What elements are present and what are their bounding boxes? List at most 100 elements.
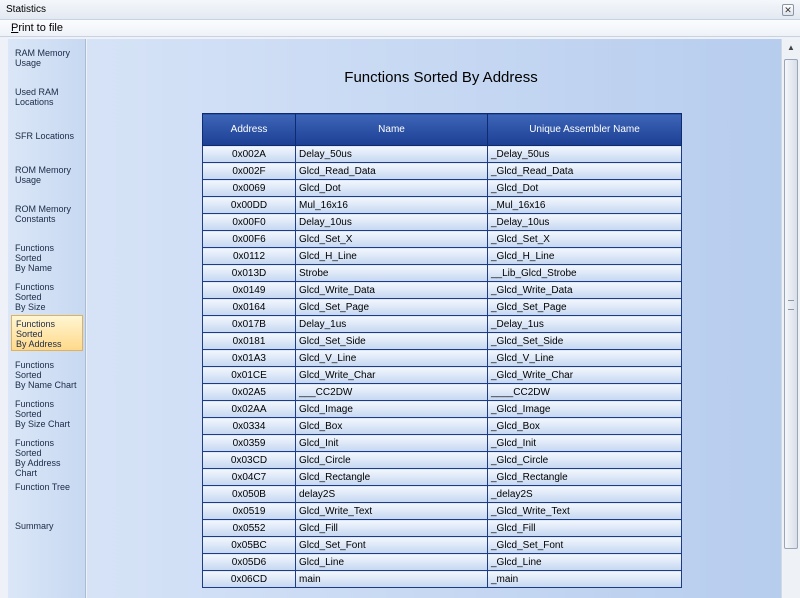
sidebar-item-label: Functions Sorted — [15, 360, 55, 380]
column-header-asm-name[interactable]: Unique Assembler Name — [487, 113, 682, 146]
table-row[interactable]: 0x002F Glcd_Read_Data _Glcd_Read_Data — [202, 162, 682, 180]
sidebar: RAM Memory Usage Used RAM Locations SFR Loca… — [8, 39, 86, 598]
table-row[interactable]: 0x017B Delay_1us _Delay_1us — [202, 315, 682, 333]
cell-asm-name: _Delay_10us — [487, 213, 682, 231]
cell-name: Glcd_Read_Data — [295, 162, 488, 180]
cell-asm-name: _Delay_1us — [487, 315, 682, 333]
table-row[interactable]: 0x01A3 Glcd_V_Line _Glcd_V_Line — [202, 349, 682, 367]
close-icon[interactable]: ✕ — [782, 4, 794, 16]
cell-name: Glcd_H_Line — [295, 247, 488, 265]
sidebar-item-11[interactable]: Function Tree — [11, 474, 83, 510]
cell-asm-name: _Glcd_Circle — [487, 451, 682, 469]
cell-address: 0x0334 — [202, 417, 296, 435]
table-row[interactable]: 0x04C7 Glcd_Rectangle _Glcd_Rectangle — [202, 468, 682, 486]
cell-name: Glcd_Dot — [295, 179, 488, 197]
cell-address: 0x06CD — [202, 570, 296, 588]
sidebar-item-0[interactable]: RAM Memory Usage — [11, 45, 83, 81]
sidebar-item-7[interactable]: Functions Sorted By Address — [11, 315, 83, 351]
sidebar-item-9[interactable]: Functions Sorted By Size Chart — [11, 396, 83, 432]
page-title: Functions Sorted By Address — [344, 69, 538, 86]
cell-name: Glcd_Write_Data — [295, 281, 488, 299]
sidebar-item-12[interactable]: Summary — [11, 513, 83, 549]
cell-asm-name: _Glcd_Write_Data — [487, 281, 682, 299]
table-row[interactable]: 0x00F6 Glcd_Set_X _Glcd_Set_X — [202, 230, 682, 248]
cell-name: Glcd_Init — [295, 434, 488, 452]
cell-asm-name: _Glcd_Line — [487, 553, 682, 571]
sidebar-item-3[interactable]: ROM Memory Usage — [11, 162, 83, 198]
sidebar-item-label: ROM Memory — [15, 204, 71, 214]
table-row[interactable]: 0x0149 Glcd_Write_Data _Glcd_Write_Data — [202, 281, 682, 299]
sidebar-item-label: Functions Sorted — [15, 282, 55, 302]
cell-name: ___CC2DW — [295, 383, 488, 401]
table-row[interactable]: 0x03CD Glcd_Circle _Glcd_Circle — [202, 451, 682, 469]
cell-address: 0x0164 — [202, 298, 296, 316]
table-row[interactable]: 0x06CD main _main — [202, 570, 682, 588]
column-header-address[interactable]: Address — [202, 113, 296, 146]
scroll-thumb[interactable] — [784, 59, 798, 549]
cell-address: 0x0112 — [202, 247, 296, 265]
table-row[interactable]: 0x05D6 Glcd_Line _Glcd_Line — [202, 553, 682, 571]
cell-name: Glcd_Box — [295, 417, 488, 435]
cell-name: Delay_50us — [295, 145, 488, 163]
table-row[interactable]: 0x02A5 ___CC2DW ____CC2DW — [202, 383, 682, 401]
menu-print-to-file[interactable]: Print to file — [11, 22, 63, 34]
sidebar-item-6[interactable]: Functions Sorted By Size — [11, 279, 83, 315]
cell-asm-name: ____CC2DW — [487, 383, 682, 401]
grip-icon — [788, 300, 794, 310]
cell-address: 0x00F6 — [202, 230, 296, 248]
cell-name: Glcd_Circle — [295, 451, 488, 469]
cell-name: Glcd_Fill — [295, 519, 488, 537]
functions-table: Address Name Unique Assembler Name 0x002… — [202, 113, 682, 588]
table-row[interactable]: 0x05BC Glcd_Set_Font _Glcd_Set_Font — [202, 536, 682, 554]
cell-asm-name: _Glcd_Image — [487, 400, 682, 418]
cell-name: Delay_1us — [295, 315, 488, 333]
table-row[interactable]: 0x0552 Glcd_Fill _Glcd_Fill — [202, 519, 682, 537]
cell-name: Glcd_Rectangle — [295, 468, 488, 486]
table-row[interactable]: 0x0112 Glcd_H_Line _Glcd_H_Line — [202, 247, 682, 265]
sidebar-item-5[interactable]: Functions Sorted By Name — [11, 240, 83, 276]
sidebar-item-sublabel: By Size — [15, 302, 46, 312]
table-row[interactable]: 0x0164 Glcd_Set_Page _Glcd_Set_Page — [202, 298, 682, 316]
cell-name: Glcd_Set_Side — [295, 332, 488, 350]
table-row[interactable]: 0x013D Strobe __Lib_Glcd_Strobe — [202, 264, 682, 282]
table-row[interactable]: 0x01CE Glcd_Write_Char _Glcd_Write_Char — [202, 366, 682, 384]
vertical-scrollbar[interactable]: ▲ — [781, 39, 800, 598]
cell-asm-name: _Glcd_Set_X — [487, 230, 682, 248]
sidebar-item-label: Used RAM — [15, 87, 59, 97]
column-header-name[interactable]: Name — [295, 113, 488, 146]
cell-asm-name: _Delay_50us — [487, 145, 682, 163]
cell-address: 0x0149 — [202, 281, 296, 299]
sidebar-item-4[interactable]: ROM Memory Constants — [11, 201, 83, 237]
cell-name: Glcd_Write_Char — [295, 366, 488, 384]
sidebar-item-10[interactable]: Functions Sorted By Address Chart — [11, 435, 83, 478]
sidebar-item-1[interactable]: Used RAM Locations — [11, 84, 83, 120]
cell-asm-name: _delay2S — [487, 485, 682, 503]
table-row[interactable]: 0x0519 Glcd_Write_Text _Glcd_Write_Text — [202, 502, 682, 520]
cell-asm-name: _Glcd_H_Line — [487, 247, 682, 265]
sidebar-item-2[interactable]: SFR Locations — [11, 123, 83, 159]
cell-asm-name: _main — [487, 570, 682, 588]
table-row[interactable]: 0x0359 Glcd_Init _Glcd_Init — [202, 434, 682, 452]
table-row[interactable]: 0x002A Delay_50us _Delay_50us — [202, 145, 682, 163]
cell-name: delay2S — [295, 485, 488, 503]
table-row[interactable]: 0x00F0 Delay_10us _Delay_10us — [202, 213, 682, 231]
cell-asm-name: _Glcd_V_Line — [487, 349, 682, 367]
menu-print-label: rint to file — [18, 22, 63, 34]
table-row[interactable]: 0x0334 Glcd_Box _Glcd_Box — [202, 417, 682, 435]
cell-asm-name: _Glcd_Rectangle — [487, 468, 682, 486]
cell-address: 0x02A5 — [202, 383, 296, 401]
cell-asm-name: _Glcd_Init — [487, 434, 682, 452]
cell-address: 0x00F0 — [202, 213, 296, 231]
cell-address: 0x0359 — [202, 434, 296, 452]
table-row[interactable]: 0x00DD Mul_16x16 _Mul_16x16 — [202, 196, 682, 214]
cell-asm-name: _Glcd_Write_Text — [487, 502, 682, 520]
table-row[interactable]: 0x0069 Glcd_Dot _Glcd_Dot — [202, 179, 682, 197]
sidebar-item-label: Functions Sorted — [15, 243, 55, 263]
table-row[interactable]: 0x050B delay2S _delay2S — [202, 485, 682, 503]
cell-asm-name: _Glcd_Dot — [487, 179, 682, 197]
scroll-up-icon[interactable]: ▲ — [784, 41, 798, 55]
cell-address: 0x05D6 — [202, 553, 296, 571]
table-row[interactable]: 0x02AA Glcd_Image _Glcd_Image — [202, 400, 682, 418]
table-row[interactable]: 0x0181 Glcd_Set_Side _Glcd_Set_Side — [202, 332, 682, 350]
sidebar-item-8[interactable]: Functions Sorted By Name Chart — [11, 357, 83, 393]
